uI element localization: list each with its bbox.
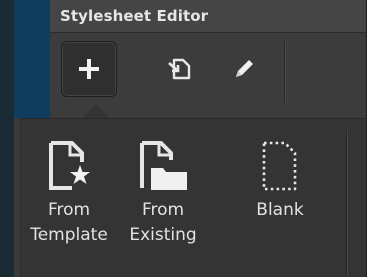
blank-option[interactable]: Blank (240, 140, 320, 223)
template-star-icon (49, 141, 90, 190)
popup-separator (346, 130, 347, 277)
side-accent-strip (14, 0, 50, 118)
desktop-edge (0, 0, 14, 277)
add-stylesheet-button[interactable] (61, 41, 117, 97)
option-label: From (47, 200, 91, 220)
option-label: From (141, 200, 185, 220)
popup-caret (82, 104, 110, 118)
blank-document-icon (262, 141, 297, 191)
stylesheet-editor-window: Stylesheet Editor From Template From Exi… (14, 0, 367, 277)
panel-title: Stylesheet Editor (60, 7, 209, 25)
plus-icon (79, 59, 99, 79)
folder-document-icon (140, 141, 187, 190)
toolbar-separator (284, 41, 285, 103)
option-label: Blank (256, 200, 304, 220)
option-label: Existing (129, 225, 197, 245)
option-label: Template (30, 225, 108, 245)
export-icon[interactable] (166, 55, 194, 83)
from-existing-option[interactable]: From Existing (122, 140, 204, 248)
from-template-option[interactable]: From Template (22, 140, 116, 248)
pencil-icon[interactable] (230, 55, 258, 83)
panel-titlebar: Stylesheet Editor (50, 0, 366, 33)
